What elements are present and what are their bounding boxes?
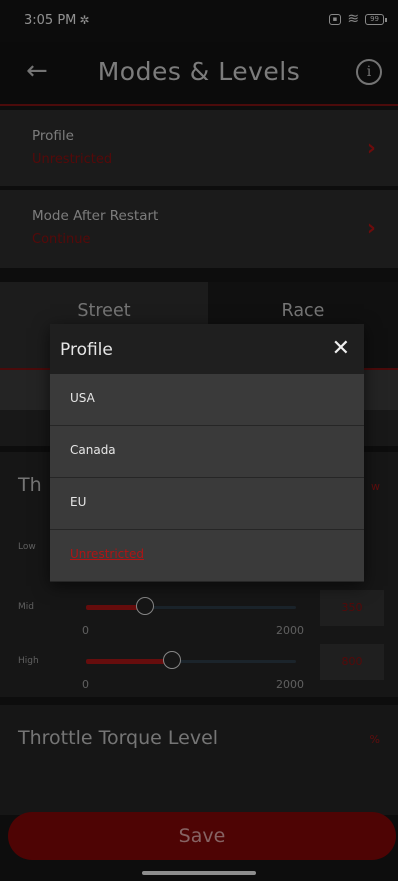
profile-dialog-header: Profile ✕: [50, 324, 364, 374]
profile-option-label: EU: [70, 495, 87, 509]
close-icon[interactable]: ✕: [332, 336, 350, 361]
profile-option-eu[interactable]: EU: [50, 478, 364, 530]
profile-option-label: USA: [70, 391, 95, 405]
profile-dialog: Profile ✕ USA Canada EU Unrestricted: [50, 324, 364, 582]
profile-option-label: Canada: [70, 443, 116, 457]
profile-option-canada[interactable]: Canada: [50, 426, 364, 478]
screen: 3:05 PM ✲ ▪ ≋ 99 ← Modes & Levels i Profi…: [0, 0, 398, 881]
profile-option-label: Unrestricted: [70, 547, 144, 561]
profile-option-usa[interactable]: USA: [50, 374, 364, 426]
profile-option-unrestricted[interactable]: Unrestricted: [50, 530, 364, 582]
profile-option-list: USA Canada EU Unrestricted: [50, 374, 364, 582]
profile-dialog-title: Profile: [60, 340, 113, 360]
